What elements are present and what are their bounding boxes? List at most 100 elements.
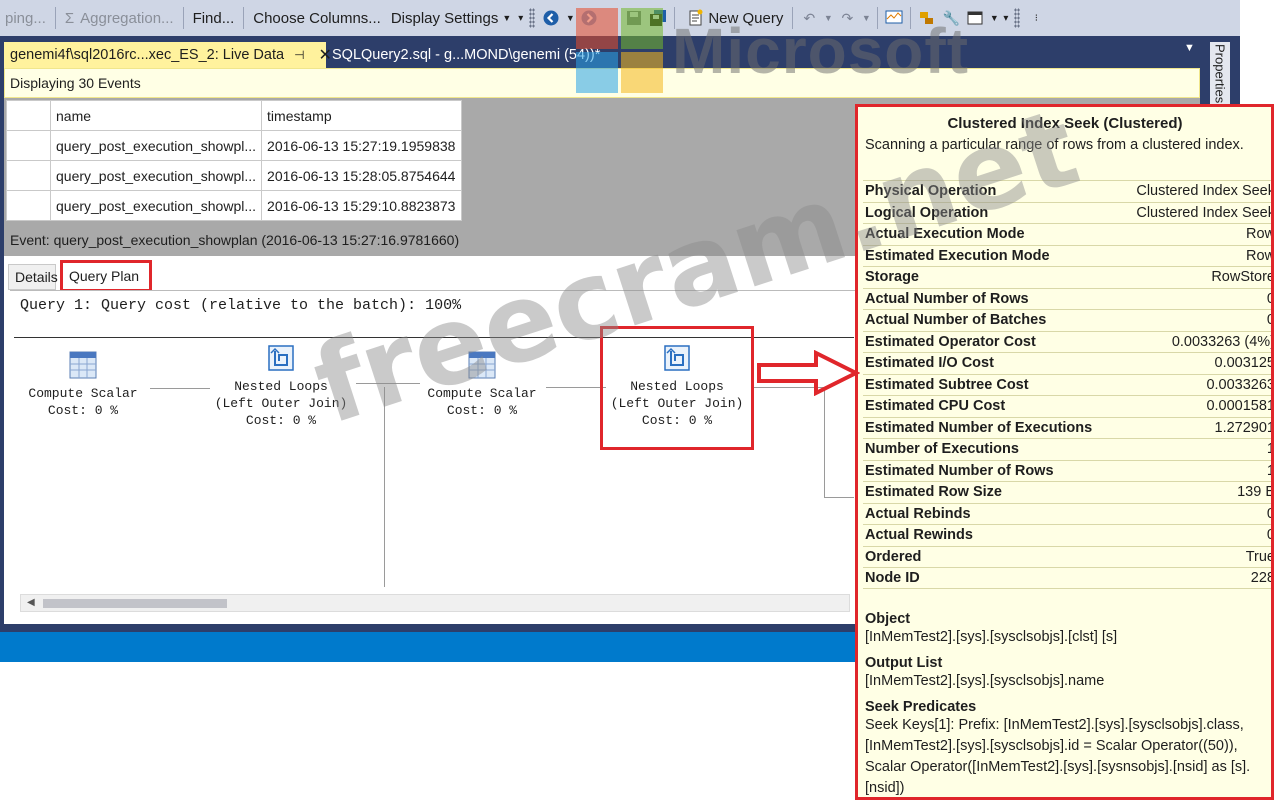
tooltip-object-value: [InMemTest2].[sys].[sysclsobjs].[clst] [… bbox=[865, 629, 1118, 645]
toolbar-overflow-button[interactable]: ▾ bbox=[516, 5, 525, 31]
plan-connector bbox=[150, 388, 210, 389]
toolbar-grip[interactable] bbox=[529, 8, 536, 28]
property-key: Estimated Operator Cost bbox=[865, 333, 1036, 350]
tooltip-output-value: [InMemTest2].[sys].[sysclsobjs].name bbox=[865, 673, 1105, 689]
toolbar-choose-columns-label: Choose Columns... bbox=[253, 9, 381, 27]
navigate-back-icon[interactable] bbox=[542, 9, 560, 27]
property-key: Node ID bbox=[865, 569, 920, 586]
property-value: 1 bbox=[1267, 441, 1271, 457]
operator-tooltip: Clustered Index Seek (Clustered) Scannin… bbox=[855, 104, 1274, 800]
row-header[interactable] bbox=[6, 130, 51, 161]
tooltip-title: Clustered Index Seek (Clustered) bbox=[947, 115, 1183, 132]
toolbar-find-button[interactable]: Find... bbox=[188, 5, 240, 31]
tooltip-property-row: Estimated I/O Cost 0.003125 bbox=[863, 352, 1274, 374]
toolbar-separator bbox=[243, 7, 245, 29]
toolbar-grip[interactable] bbox=[1014, 8, 1021, 28]
toolbar-aggregation-button[interactable]: Σ Aggregation... bbox=[60, 5, 179, 31]
tooltip-property-row: Actual Rewinds 0 bbox=[863, 524, 1271, 546]
tooltip-seek-line: Seek Keys[1]: Prefix: [InMemTest2].[sys]… bbox=[865, 717, 1244, 733]
back-dropdown-icon[interactable]: ▼ bbox=[566, 9, 575, 27]
property-key: Physical Operation bbox=[865, 183, 997, 200]
cell-name[interactable]: query_post_execution_showpl... bbox=[49, 130, 263, 161]
plan-operator-compute-scalar[interactable]: Compute Scalar Cost: 0 % bbox=[8, 349, 158, 419]
toolbar-aggregation-label: Aggregation... bbox=[80, 9, 174, 27]
tooltip-property-row: Number of Executions 1 bbox=[863, 438, 1271, 460]
operator-name: Nested Loops bbox=[234, 379, 328, 394]
property-key: Actual Rewinds bbox=[865, 527, 973, 544]
scrollbar-thumb[interactable] bbox=[43, 599, 227, 608]
property-key: Actual Rebinds bbox=[865, 505, 971, 522]
event-detail-label: Event: query_post_execution_showplan (20… bbox=[10, 232, 460, 248]
tooltip-object-section: Object [InMemTest2].[sys].[sysclsobjs].[… bbox=[865, 611, 1271, 648]
toolbar-display-settings-label: Display Settings bbox=[390, 9, 499, 27]
cell-name[interactable]: query_post_execution_showpl... bbox=[49, 160, 263, 191]
row-header[interactable] bbox=[6, 160, 51, 191]
property-value: Row bbox=[1245, 226, 1274, 243]
tooltip-property-row: Estimated Row Size 139 B bbox=[863, 481, 1274, 503]
tooltip-output-section: Output List [InMemTest2].[sys].[sysclsob… bbox=[865, 655, 1271, 692]
property-value: Row bbox=[1245, 247, 1274, 264]
tab-live-data[interactable]: genemi4f\sql2016rc...xec_ES_2: Live Data… bbox=[4, 42, 332, 68]
property-value: True bbox=[1245, 548, 1274, 565]
operator-cost: Cost: 0 % bbox=[47, 403, 119, 418]
tooltip-property-row: Estimated Subtree Cost 0.0033263 bbox=[863, 373, 1271, 396]
tab-list-dropdown-icon[interactable]: ▼ bbox=[1184, 42, 1195, 54]
tab-sqlquery2-label: SQLQuery2.sql - g...MOND\genemi (54))* bbox=[332, 47, 601, 63]
tab-details[interactable]: Details bbox=[8, 264, 58, 290]
tooltip-property-row: Actual Number of Batches 0 bbox=[863, 309, 1271, 331]
property-value: 139 B bbox=[1237, 484, 1274, 501]
logo-square-yellow bbox=[621, 52, 663, 93]
property-key: Logical Operation bbox=[865, 204, 989, 221]
query-cost-header: Query 1: Query cost (relative to the bat… bbox=[20, 297, 462, 314]
toolbar-grouping-button[interactable]: ping... bbox=[0, 5, 51, 31]
row-header[interactable] bbox=[6, 190, 51, 221]
property-value: 0.003125 bbox=[1214, 355, 1274, 372]
cell-timestamp[interactable]: 2016-06-13 15:29:10.8823873 bbox=[261, 190, 463, 221]
toolbar-separator bbox=[182, 7, 184, 29]
toolbar-grouping-label: ping... bbox=[5, 9, 46, 27]
plan-operator-compute-scalar[interactable]: Compute Scalar Cost: 0 % bbox=[407, 349, 557, 419]
cell-timestamp[interactable]: 2016-06-13 15:28:05.8754644 bbox=[261, 160, 463, 191]
pin-icon[interactable]: ⊣ bbox=[294, 48, 304, 62]
microsoft-logo-icon bbox=[576, 8, 664, 94]
window-icon[interactable] bbox=[966, 9, 984, 27]
property-key: Actual Execution Mode bbox=[865, 226, 1025, 243]
plan-operator-nested-loops[interactable]: Nested Loops (Left Outer Join) Cost: 0 % bbox=[206, 342, 356, 429]
property-value: Clustered Index Seek bbox=[1136, 204, 1274, 221]
cell-name[interactable]: query_post_execution_showpl... bbox=[49, 190, 263, 221]
table-row[interactable]: query_post_execution_showpl... 2016-06-1… bbox=[6, 190, 463, 221]
toolbar-choose-columns-button[interactable]: Choose Columns... bbox=[248, 5, 386, 31]
tab-sqlquery2[interactable]: SQLQuery2.sql - g...MOND\genemi (54))* bbox=[326, 42, 616, 68]
tooltip-seek-line: [InMemTest2].[sys].[sysclsobjs].id = Sca… bbox=[865, 738, 1238, 754]
tab-query-plan-label: Query Plan bbox=[69, 268, 140, 284]
table-row[interactable]: query_post_execution_showpl... 2016-06-1… bbox=[6, 130, 463, 161]
window-dropdown-icon[interactable]: ▼ bbox=[990, 9, 999, 27]
toolbar-options-icon[interactable]: ⁝ bbox=[1027, 9, 1045, 27]
tooltip-property-row: Ordered True bbox=[863, 545, 1274, 568]
properties-tab-label: Properties bbox=[1212, 44, 1228, 104]
column-header-timestamp[interactable]: timestamp bbox=[261, 100, 463, 131]
toolbar-separator bbox=[54, 7, 56, 29]
property-key: Estimated CPU Cost bbox=[865, 398, 1006, 415]
horizontal-scrollbar[interactable]: ◀ bbox=[20, 594, 850, 612]
highlight-box bbox=[600, 326, 754, 450]
plan-connector bbox=[824, 497, 854, 498]
logo-square-blue bbox=[576, 52, 618, 93]
tooltip-property-row: Actual Number of Rows 0 bbox=[863, 287, 1271, 310]
properties-tab[interactable]: Properties bbox=[1210, 42, 1230, 106]
tooltip-property-row: Logical Operation Clustered Index Seek bbox=[863, 201, 1274, 224]
tab-query-plan[interactable]: Query Plan bbox=[60, 260, 152, 292]
logo-square-green bbox=[621, 8, 663, 49]
tooltip-property-row: Physical Operation Clustered Index Seek bbox=[863, 180, 1271, 202]
tooltip-seek-header: Seek Predicates bbox=[865, 699, 977, 715]
cell-timestamp[interactable]: 2016-06-13 15:27:19.1959838 bbox=[261, 130, 463, 161]
property-value: 0.0001581 bbox=[1206, 398, 1274, 415]
column-header-name[interactable]: name bbox=[49, 100, 263, 131]
property-key: Estimated Number of Executions bbox=[865, 419, 1093, 436]
toolbar-overflow-button[interactable]: ▾ bbox=[1001, 5, 1010, 31]
toolbar-display-settings-button[interactable]: Display Settings ▼ bbox=[386, 5, 516, 31]
table-row[interactable]: query_post_execution_showpl... 2016-06-1… bbox=[6, 160, 463, 191]
scroll-left-icon[interactable]: ◀ bbox=[27, 597, 35, 608]
tooltip-property-row: Actual Execution Mode Row bbox=[863, 223, 1274, 245]
row-header-corner[interactable] bbox=[6, 100, 51, 131]
